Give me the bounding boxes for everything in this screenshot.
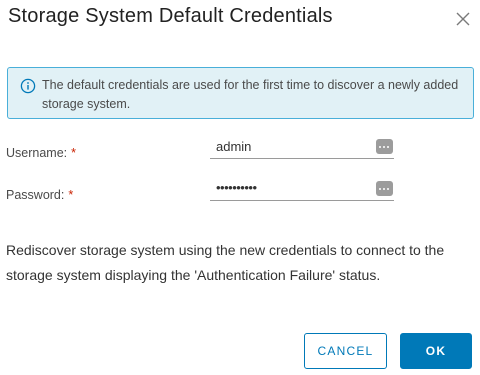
password-label: Password: *: [6, 188, 73, 202]
more-dots-icon[interactable]: [376, 139, 393, 154]
close-button[interactable]: [454, 10, 472, 28]
required-marker: *: [71, 146, 77, 160]
password-field[interactable]: ••••••••••: [210, 180, 394, 201]
info-alert: The default credentials are used for the…: [7, 67, 474, 119]
more-dots-icon[interactable]: [376, 181, 393, 196]
username-value: admin: [216, 139, 252, 154]
password-label-text: Password:: [6, 188, 65, 202]
description-text: Rediscover storage system using the new …: [6, 242, 445, 283]
ok-button[interactable]: OK: [400, 333, 472, 369]
alert-message: The default credentials are used for the…: [42, 78, 459, 111]
password-value: ••••••••••: [216, 180, 257, 195]
credentials-dialog: Storage System Default Credentials The d…: [0, 0, 480, 375]
username-label-text: Username:: [6, 146, 68, 160]
close-icon: [456, 12, 470, 26]
cancel-button[interactable]: CANCEL: [304, 333, 387, 369]
dialog-title: Storage System Default Credentials: [8, 5, 333, 27]
info-icon: [20, 78, 36, 94]
username-label: Username: *: [6, 146, 76, 160]
required-marker: *: [68, 188, 74, 202]
username-field[interactable]: admin: [210, 138, 394, 159]
